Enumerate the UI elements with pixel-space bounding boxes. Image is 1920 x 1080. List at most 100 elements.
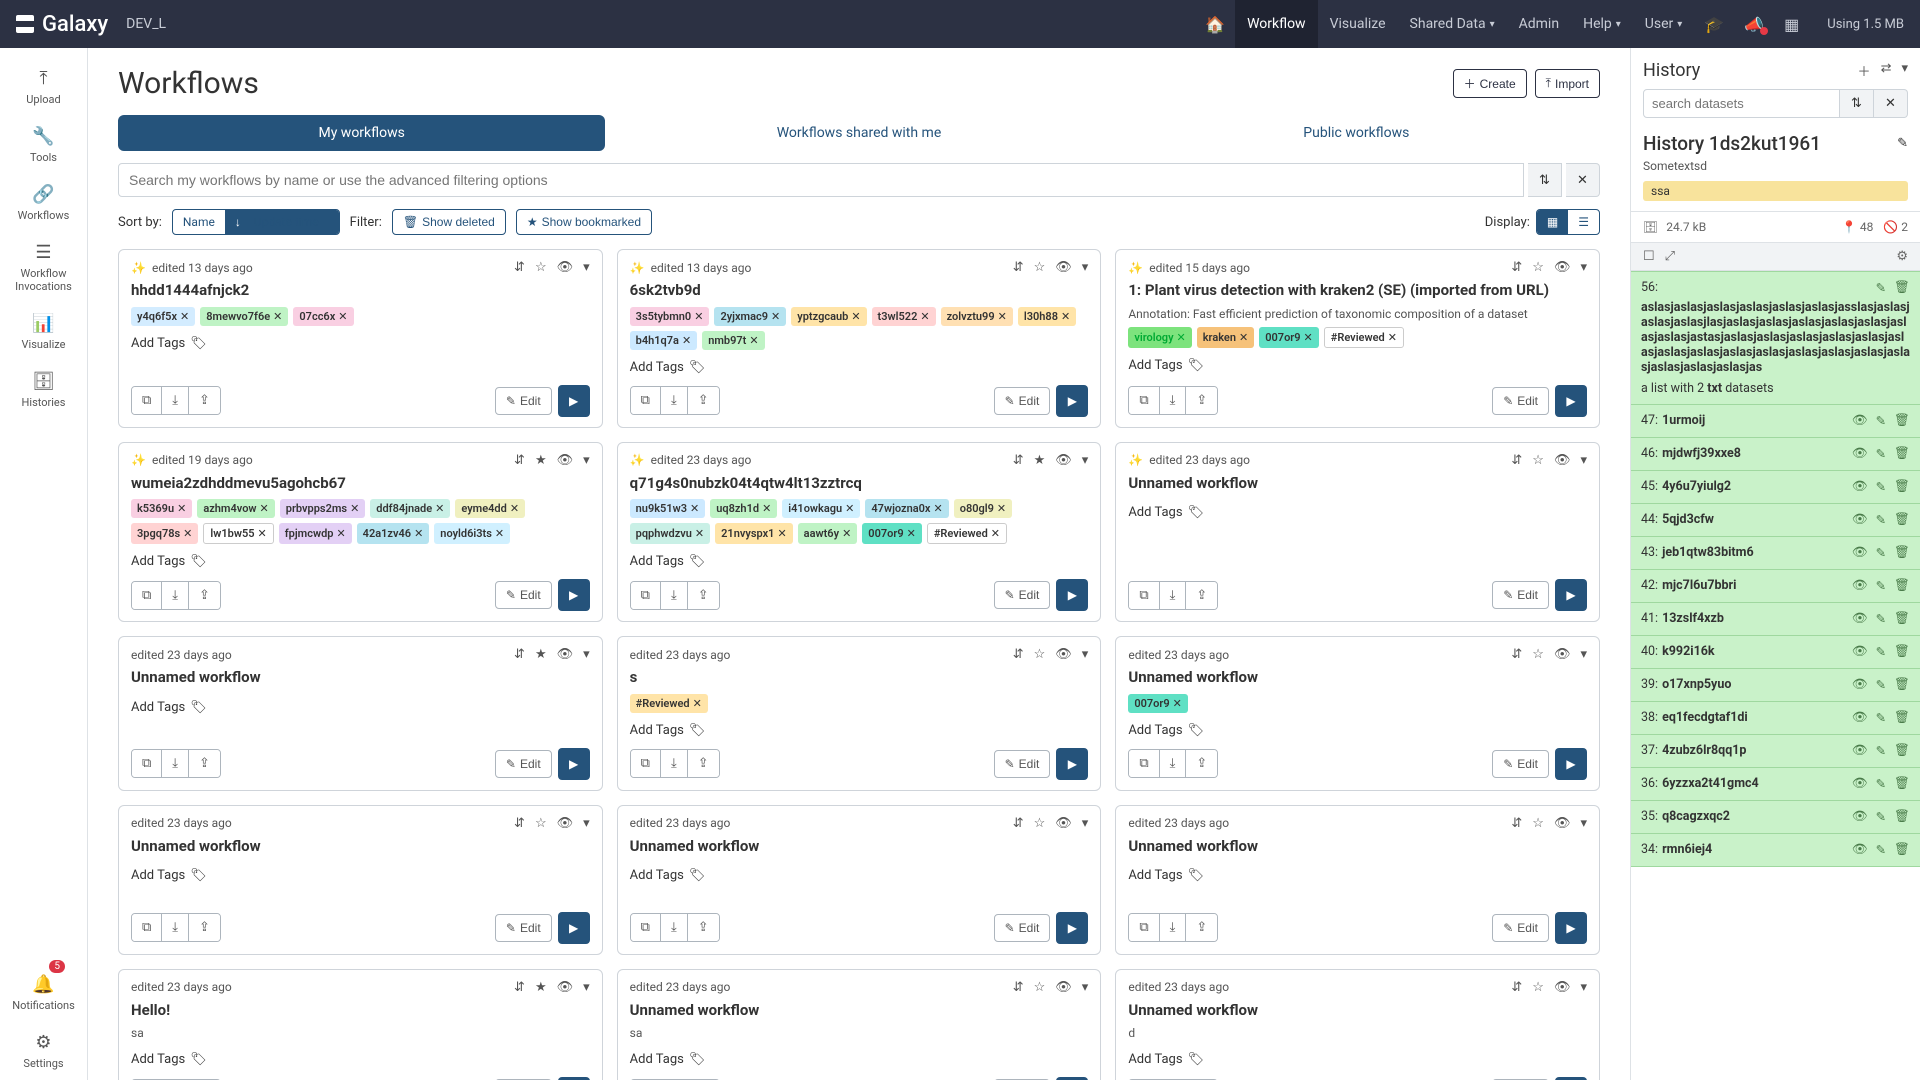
tag[interactable]: nu9k51w3 ✕: [630, 499, 706, 518]
card-action-icon[interactable]: ☆: [1532, 980, 1544, 995]
card-title[interactable]: Unnamed workflow: [1128, 837, 1587, 857]
tag[interactable]: 007or9 ✕: [1128, 694, 1188, 713]
view-icon[interactable]: 👁: [1852, 842, 1868, 858]
clear-history-search-icon[interactable]: ✕: [1874, 89, 1908, 118]
tag[interactable]: lw1bw55 ✕: [203, 523, 273, 544]
tag[interactable]: kraken ✕: [1197, 327, 1254, 348]
tag[interactable]: 3s5tybmn0 ✕: [630, 307, 710, 326]
tab-my-workflows[interactable]: My workflows: [118, 115, 605, 151]
card-action-icon[interactable]: ☆: [1532, 647, 1544, 662]
run-button[interactable]: ▶: [1555, 912, 1587, 944]
tag[interactable]: eyme4dd ✕: [455, 499, 525, 518]
sort-update[interactable]: ↓ Update time: [225, 210, 339, 234]
edit-icon[interactable]: ✎: [1876, 280, 1886, 296]
tag[interactable]: y4q6f5x ✕: [131, 307, 195, 326]
history-item[interactable]: 46: mjdwfj39xxe8 👁 ✎ 🗑: [1631, 437, 1920, 471]
select-all-checkbox[interactable]: ☐: [1643, 249, 1655, 264]
card-action-icon[interactable]: ⇵: [514, 453, 525, 468]
run-button[interactable]: ▶: [1056, 385, 1088, 417]
card-action-icon[interactable]: ⇵: [1511, 980, 1522, 995]
card-title[interactable]: Unnamed workflow: [1128, 474, 1587, 494]
add-tags-button[interactable]: Add Tags 🏷: [1128, 505, 1587, 520]
new-history-icon[interactable]: ＋: [1858, 61, 1871, 80]
expand-history-search-icon[interactable]: ⇅: [1840, 89, 1874, 118]
nav-workflow[interactable]: Workflow: [1235, 0, 1318, 48]
delete-icon[interactable]: 🗑: [1894, 446, 1910, 462]
remove-tag-icon[interactable]: ✕: [1239, 331, 1248, 344]
card-action-icon[interactable]: ☆: [535, 260, 547, 275]
edit-button[interactable]: ✎ Edit: [495, 387, 552, 415]
card-title[interactable]: Unnamed workflow: [131, 668, 590, 688]
history-item-expanded[interactable]: 56: ✎ 🗑 aslasjaslasjaslasjaslasjaslasjas…: [1631, 271, 1920, 405]
card-title[interactable]: q71g4s0nubzk04t4qtw4lt13zztrcq: [630, 474, 1089, 494]
card-title[interactable]: wumeia2zdhddmevu5agohcb67: [131, 474, 590, 494]
copy-icon[interactable]: ⧉: [132, 750, 162, 777]
card-action-icon[interactable]: ▾: [1082, 453, 1089, 468]
remove-tag-icon[interactable]: ✕: [682, 334, 691, 347]
remove-tag-icon[interactable]: ✕: [690, 502, 699, 515]
card-action-icon[interactable]: ☆: [1532, 816, 1544, 831]
create-button[interactable]: ＋Create: [1453, 69, 1527, 98]
copy-icon[interactable]: ⧉: [631, 387, 661, 414]
edit-icon[interactable]: ✎: [1876, 677, 1886, 693]
delete-icon[interactable]: 🗑: [1894, 545, 1910, 561]
edit-history-icon[interactable]: ✎: [1897, 136, 1908, 151]
delete-icon[interactable]: 🗑: [1894, 280, 1910, 296]
card-action-icon[interactable]: ▾: [1580, 453, 1587, 468]
edit-button[interactable]: ✎ Edit: [495, 581, 552, 609]
tag[interactable]: 42a1zv46 ✕: [357, 523, 430, 544]
card-action-icon[interactable]: ▾: [1082, 260, 1089, 275]
delete-icon[interactable]: 🗑: [1894, 512, 1910, 528]
share-icon[interactable]: ⇪: [189, 387, 220, 414]
tag[interactable]: ddf84jnade ✕: [370, 499, 450, 518]
edit-button[interactable]: ✎ Edit: [994, 581, 1051, 609]
add-tags-button[interactable]: Add Tags 🏷: [131, 1052, 590, 1067]
tag[interactable]: prbvpps2ms ✕: [280, 499, 366, 518]
view-icon[interactable]: 👁: [1852, 479, 1868, 495]
sidebar-item[interactable]: ⤒Upload: [0, 58, 87, 116]
share-icon[interactable]: ⇪: [189, 750, 220, 777]
remove-tag-icon[interactable]: ✕: [771, 310, 780, 323]
history-item[interactable]: 34: rmn6iej4 👁 ✎ 🗑: [1631, 833, 1920, 867]
delete-icon[interactable]: 🗑: [1894, 743, 1910, 759]
tag[interactable]: t3wl522 ✕: [872, 307, 936, 326]
remove-tag-icon[interactable]: ✕: [907, 527, 916, 540]
remove-tag-icon[interactable]: ✕: [350, 502, 359, 515]
remove-tag-icon[interactable]: ✕: [991, 527, 1000, 540]
remove-tag-icon[interactable]: ✕: [258, 527, 267, 540]
delete-icon[interactable]: 🗑: [1894, 710, 1910, 726]
card-action-icon[interactable]: ☆: [1034, 260, 1046, 275]
card-action-icon[interactable]: ▾: [1082, 816, 1089, 831]
tag[interactable]: #Reviewed ✕: [927, 523, 1007, 544]
add-tags-button[interactable]: Add Tags 🏷: [1128, 723, 1587, 738]
copy-icon[interactable]: ⧉: [1129, 750, 1159, 777]
card-action-icon[interactable]: ▾: [583, 980, 590, 995]
tag[interactable]: virology ✕: [1128, 327, 1191, 348]
tag[interactable]: azhm4vow ✕: [197, 499, 274, 518]
remove-tag-icon[interactable]: ✕: [997, 502, 1006, 515]
card-action-icon[interactable]: ☆: [1034, 980, 1046, 995]
tag[interactable]: 2yjxmac9 ✕: [714, 307, 786, 326]
nav-user[interactable]: User: [1633, 0, 1695, 48]
download-icon[interactable]: ⤓: [1160, 914, 1187, 941]
remove-tag-icon[interactable]: ✕: [183, 527, 192, 540]
brand[interactable]: Galaxy: [16, 12, 108, 37]
add-tags-button[interactable]: Add Tags 🏷: [131, 554, 590, 569]
share-icon[interactable]: ⇪: [1186, 582, 1217, 609]
card-action-icon[interactable]: ▾: [583, 647, 590, 662]
download-icon[interactable]: ⤓: [162, 914, 189, 941]
card-action-icon[interactable]: ★: [535, 647, 547, 662]
expand-search-icon[interactable]: ⇅: [1528, 163, 1562, 197]
edit-icon[interactable]: ✎: [1876, 809, 1886, 825]
remove-tag-icon[interactable]: ✕: [336, 527, 345, 540]
card-action-icon[interactable]: ★: [535, 980, 547, 995]
card-action-icon[interactable]: 👁: [1554, 260, 1571, 275]
card-action-icon[interactable]: 👁: [1055, 816, 1072, 831]
run-button[interactable]: ▶: [558, 579, 590, 611]
card-action-icon[interactable]: ▾: [1580, 816, 1587, 831]
copy-icon[interactable]: ⧉: [132, 914, 162, 941]
download-icon[interactable]: ⤓: [162, 582, 189, 609]
list-view-icon[interactable]: ☰: [1568, 210, 1599, 234]
card-action-icon[interactable]: ★: [535, 453, 547, 468]
delete-icon[interactable]: 🗑: [1894, 776, 1910, 792]
